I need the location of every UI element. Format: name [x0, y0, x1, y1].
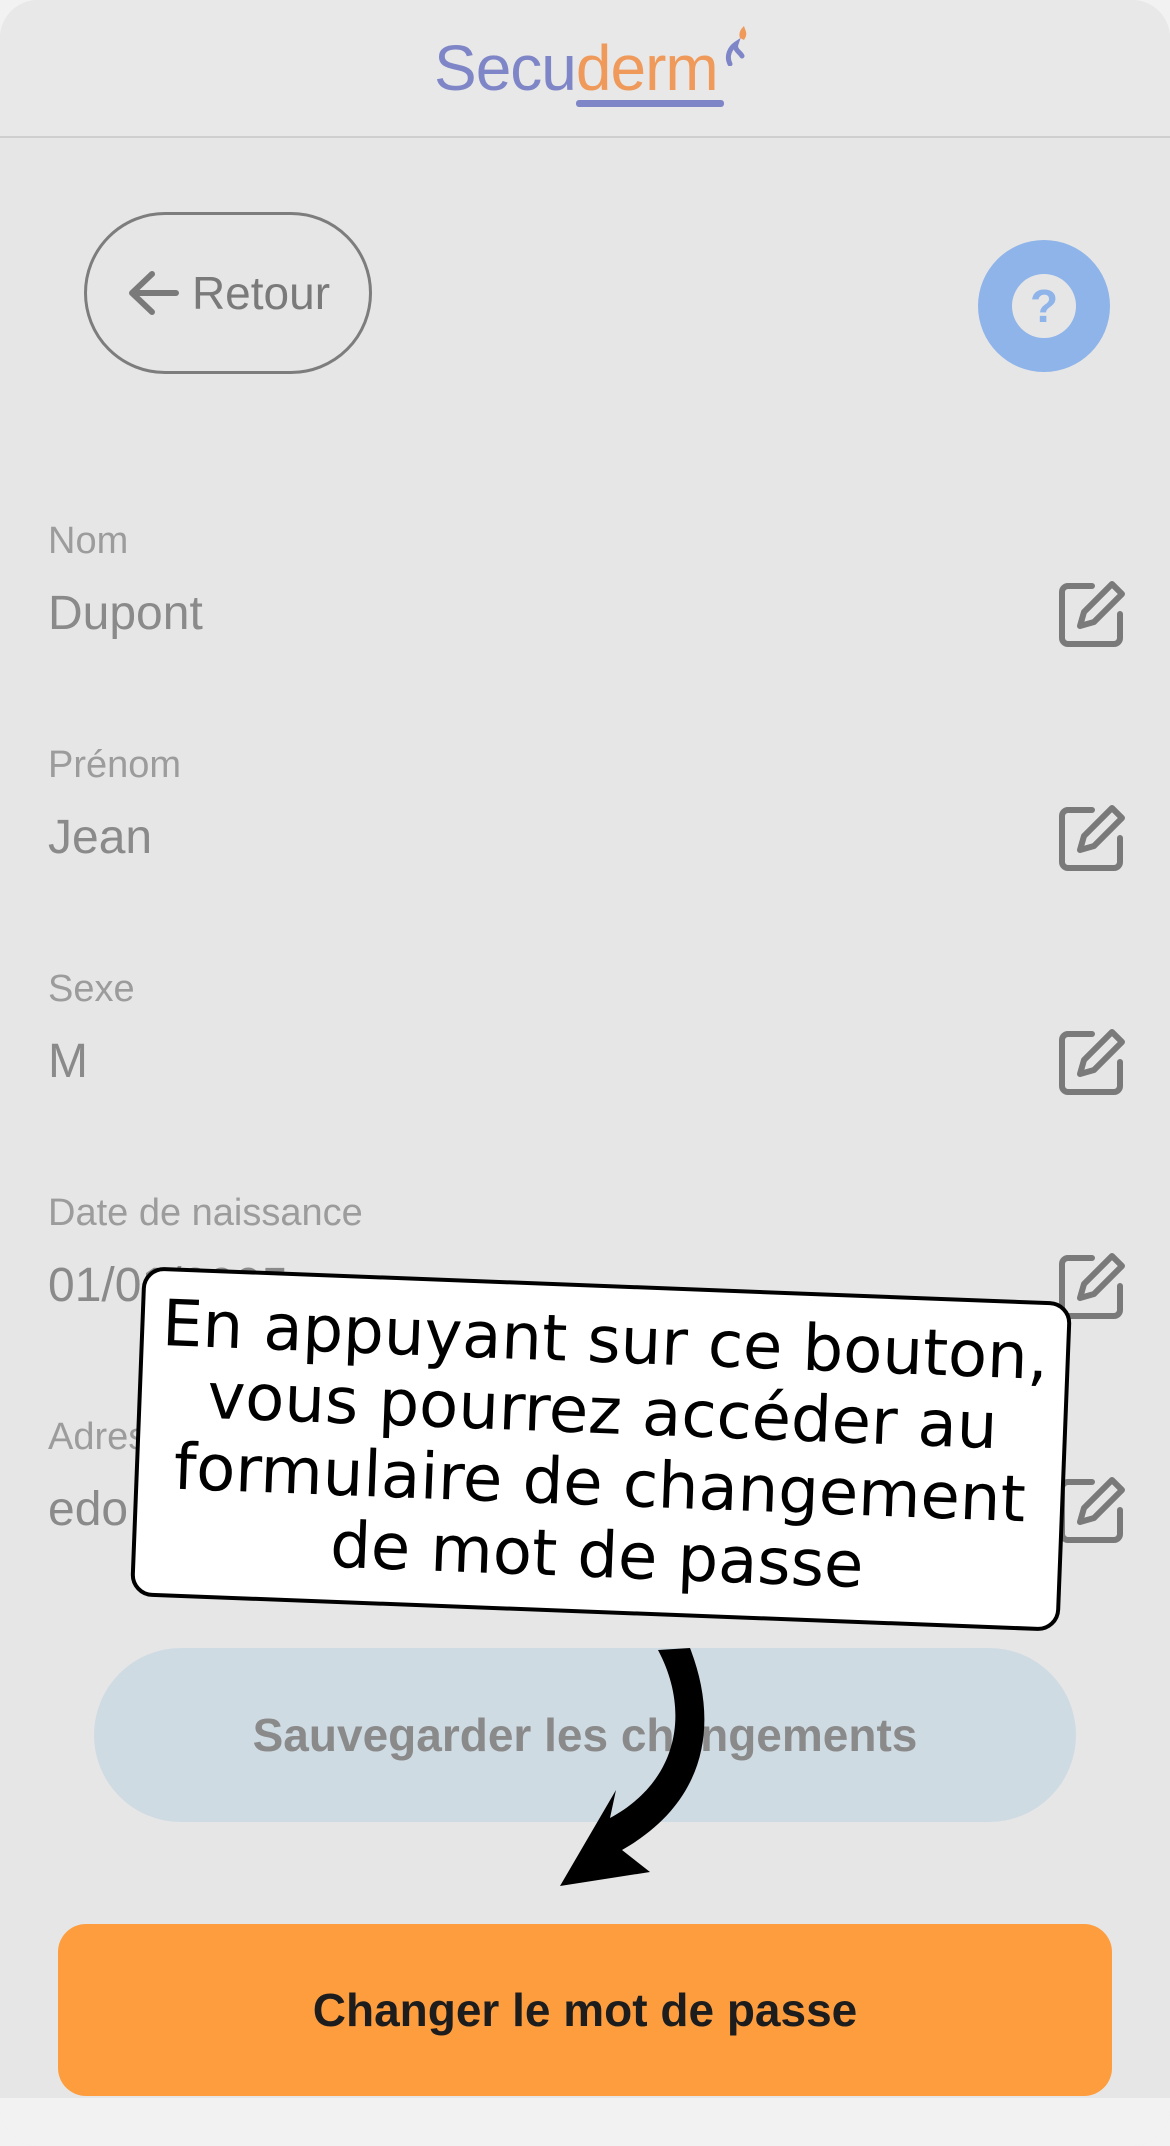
arrow-left-icon [128, 271, 179, 315]
field-sexe: Sexe M [48, 968, 1128, 1118]
field-prenom: Prénom Jean [48, 744, 1128, 894]
logo-text-derm: derm [575, 32, 719, 104]
field-nom: Nom Dupont [48, 520, 1128, 670]
edit-icon[interactable] [1058, 578, 1128, 648]
field-label: Nom [48, 520, 129, 562]
tutorial-tooltip: En appuyant sur ce bouton, vous pourrez … [130, 1266, 1072, 1632]
change-password-button[interactable]: Changer le mot de passe [58, 1924, 1112, 2096]
field-label: Sexe [48, 968, 135, 1010]
app-screen: Secuderm Retour ? Nom Dupont Prénom Jean [0, 0, 1170, 2146]
field-value: Jean [48, 811, 153, 864]
logo-flame-icon [725, 26, 747, 66]
logo-text-secu: Secu [434, 32, 577, 104]
logo-underline [576, 100, 724, 107]
app-header: Secuderm [0, 0, 1170, 138]
field-label: Date de naissance [48, 1192, 363, 1234]
back-button[interactable]: Retour [84, 212, 372, 374]
bottom-safe-area [0, 2098, 1170, 2146]
field-label: Prénom [48, 744, 182, 786]
edit-icon[interactable] [1058, 802, 1128, 872]
field-value: Dupont [48, 587, 203, 640]
edit-icon[interactable] [1058, 1026, 1128, 1096]
curved-arrow-icon [560, 1648, 705, 1886]
field-value: edo [48, 1483, 129, 1536]
field-value: M [48, 1035, 88, 1088]
back-button-label: Retour [191, 267, 331, 319]
question-icon: ? [1012, 274, 1076, 338]
help-button[interactable]: ? [978, 240, 1110, 372]
edit-icon[interactable] [1058, 1474, 1128, 1544]
edit-icon[interactable] [1058, 1250, 1128, 1320]
secuderm-logo: Secuderm [432, 26, 752, 122]
